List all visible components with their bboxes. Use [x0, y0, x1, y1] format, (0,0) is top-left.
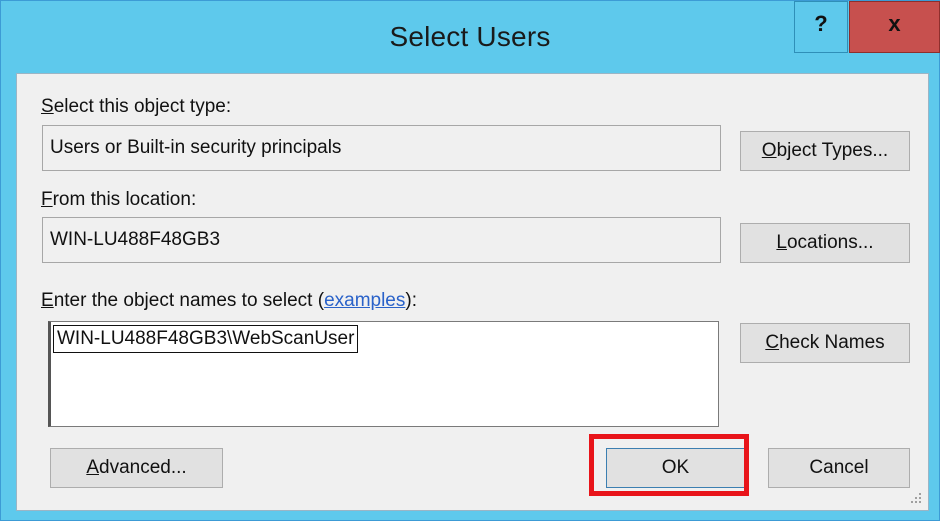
select-users-dialog: Select Users ? x Select this object type…	[0, 0, 940, 521]
close-icon: x	[888, 11, 901, 36]
location-label: From this location:	[41, 189, 197, 210]
resize-grip-icon[interactable]	[910, 492, 922, 504]
advanced-button[interactable]: Advanced...	[50, 448, 223, 488]
examples-link[interactable]: examples	[324, 290, 405, 311]
object-type-field: Users or Built-in security principals	[42, 125, 721, 171]
ok-highlight-box	[589, 434, 749, 496]
dialog-body: Select this object type: Users or Built-…	[16, 73, 929, 511]
object-types-button[interactable]: Object Types...	[740, 131, 910, 171]
object-names-input[interactable]: WIN-LU488F48GB3\WebScanUser	[48, 321, 719, 427]
help-button[interactable]: ?	[794, 1, 848, 53]
locations-button[interactable]: Locations...	[740, 223, 910, 263]
location-field: WIN-LU488F48GB3	[42, 217, 721, 263]
object-type-label: Select this object type:	[41, 96, 232, 117]
object-names-label: Enter the object names to select (exampl…	[41, 290, 417, 311]
close-button[interactable]: x	[849, 1, 940, 53]
help-icon: ?	[814, 11, 828, 36]
object-names-value: WIN-LU488F48GB3\WebScanUser	[53, 325, 359, 353]
check-names-button[interactable]: Check Names	[740, 323, 910, 363]
title-bar[interactable]: Select Users ? x	[1, 1, 940, 73]
cancel-button[interactable]: Cancel	[768, 448, 910, 488]
